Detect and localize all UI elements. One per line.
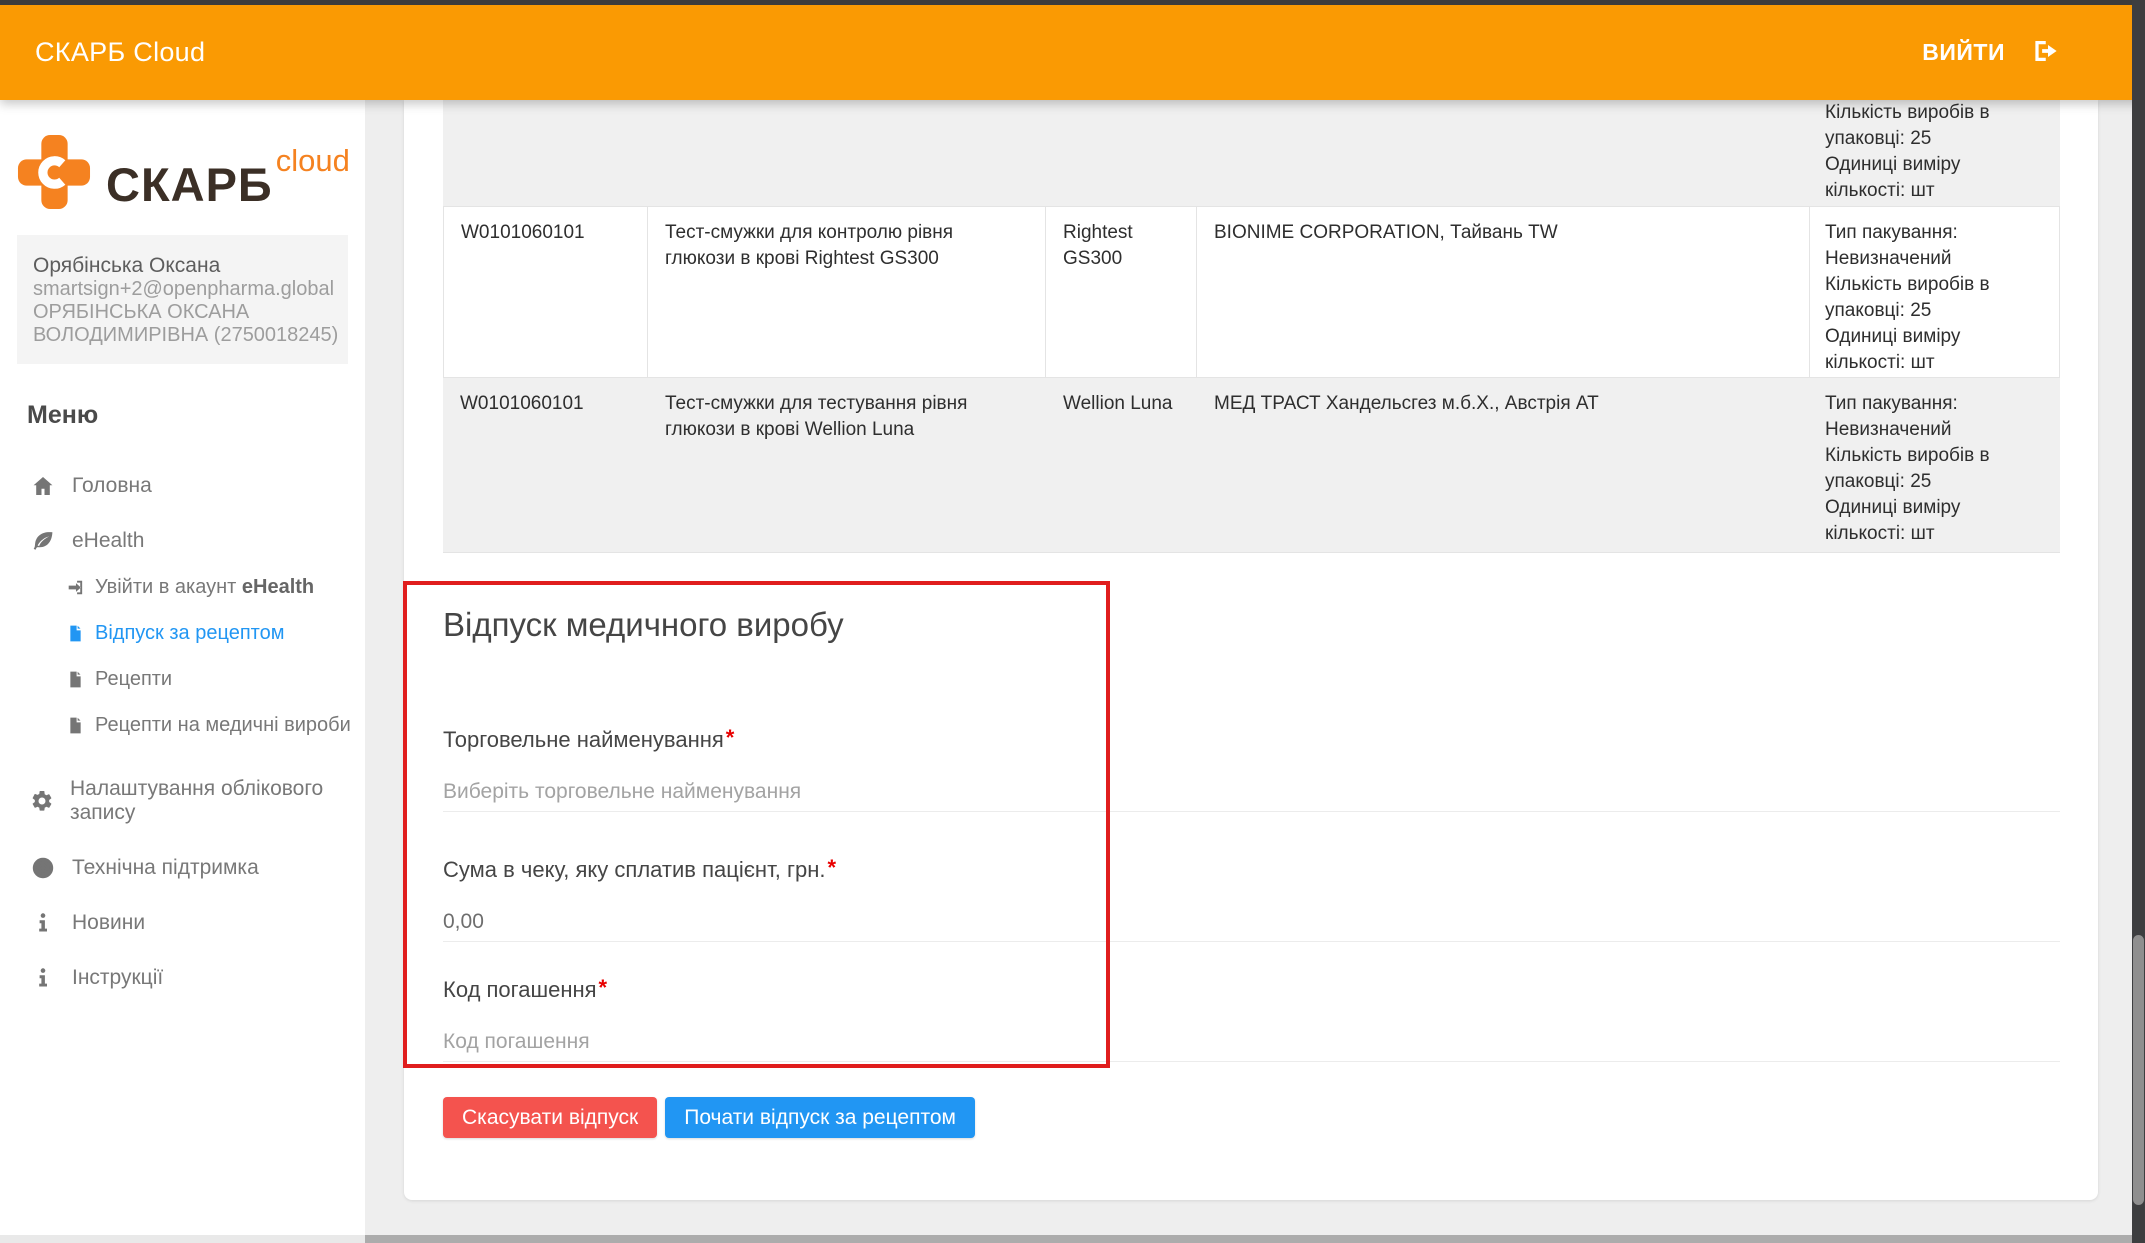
table-row[interactable]: Тип пакування: НевизначенийКількість вир… (443, 100, 2060, 207)
user-legal-name-line2: ВОЛОДИМИРІВНА (2750018245) (33, 324, 348, 347)
file-icon (65, 713, 86, 737)
packaging-lines: Тип пакування: НевизначенийКількість вир… (1825, 391, 2045, 547)
menu-title: Меню (27, 401, 98, 430)
sidebar-item-ehealth[interactable]: eHealth (30, 529, 365, 553)
cell-code: W0101060101 (443, 207, 648, 377)
file-icon (65, 667, 86, 691)
sidebar-item-label: Новини (72, 911, 145, 935)
horizontal-scrollbar[interactable] (0, 1235, 2145, 1243)
products-table: Тип пакування: НевизначенийКількість вир… (443, 100, 2060, 553)
gear-icon (30, 789, 54, 813)
sidebar-item-news[interactable]: Новини (30, 911, 365, 935)
sidebar-item-dispense-by-prescription[interactable]: Відпуск за рецептом (65, 621, 365, 645)
sidebar-item-label: Увійти в акаунт eHealth (95, 576, 314, 599)
sidebar-item-instructions[interactable]: Інструкції (30, 966, 365, 990)
sidebar-item-label: Рецепти (95, 668, 172, 691)
skarb-cross-icon (17, 133, 91, 211)
app-title: СКАРБ Cloud (35, 37, 205, 68)
amount-paid-input[interactable] (443, 902, 2060, 942)
cell-brand (1046, 100, 1197, 206)
cell-manufacturer: МЕД ТРАСТ Хандельсгез м.б.Х., Австрія AT (1197, 378, 1810, 552)
logo-cloud-suffix: cloud (276, 143, 350, 212)
browser-top-strip (0, 0, 2145, 5)
sidebar-menu: Головна eHealth Увійти в акаунт eHealth Від… (0, 460, 365, 990)
user-info-box: Орябінська Оксана smartsign+2@openpharma… (17, 235, 348, 364)
required-asterisk: * (726, 725, 735, 750)
app-screen: СКАРБ Cloud ВИЙТИ СКАРБ cloud Орябінська… (0, 0, 2145, 1243)
cell-manufacturer (1197, 100, 1810, 206)
sidebar-item-label: Інструкції (72, 966, 163, 990)
skarb-logo: СКАРБ cloud (17, 133, 350, 212)
signin-icon (65, 575, 86, 599)
home-icon (30, 474, 56, 498)
horizontal-scrollbar-thumb[interactable] (365, 1235, 2132, 1243)
info-icon (30, 911, 56, 935)
packaging-lines: Тип пакування: НевизначенийКількість вир… (1825, 100, 2045, 204)
sidebar-item-label: Налаштування облікового запису (70, 777, 365, 825)
sidebar-item-label: Рецепти на медичні вироби (95, 714, 351, 737)
table-row[interactable]: W0101060101Тест-смужки для тестування рі… (443, 378, 2060, 553)
form-group-trade-name: Торговельне найменування* (443, 725, 2060, 812)
form-group-redemption-code: Код погашення* (443, 975, 2060, 1062)
cell-brand: Rightest GS300 (1046, 207, 1197, 377)
trade-name-label: Торговельне найменування* (443, 725, 2060, 753)
cell-manufacturer: BIONIME CORPORATION, Тайвань TW (1197, 207, 1810, 377)
sidebar-item-label: eHealth (72, 529, 144, 553)
amount-paid-label: Сума в чеку, яку сплатив пацієнт, грн.* (443, 855, 2060, 883)
sidebar-item-prescriptions[interactable]: Рецепти (65, 667, 365, 691)
logout-label: ВИЙТИ (1922, 39, 2005, 66)
sidebar-item-label: Головна (72, 474, 152, 498)
vertical-scrollbar-thumb[interactable] (2133, 935, 2144, 1205)
user-legal-name-line1: ОРЯБІНСЬКА ОКСАНА (33, 301, 348, 324)
cell-name: Тест-смужки для контролю рівня глюкози в… (648, 207, 1046, 377)
table-row[interactable]: W0101060101Тест-смужки для контролю рівн… (443, 207, 2060, 378)
logo-brand: СКАРБ (106, 157, 273, 212)
sidebar-item-device-prescriptions[interactable]: Рецепти на медичні вироби (65, 713, 365, 737)
sidebar-item-home[interactable]: Головна (30, 474, 365, 498)
cell-packaging: Тип пакування: НевизначенийКількість вир… (1810, 100, 2060, 206)
logout-icon (2031, 36, 2061, 69)
sidebar-item-support[interactable]: Технічна підтримка (30, 856, 365, 880)
sidebar: СКАРБ cloud Орябінська Оксана smartsign+… (0, 100, 365, 1243)
cell-packaging: Тип пакування: НевизначенийКількість вир… (1810, 207, 2060, 377)
required-asterisk: * (599, 975, 608, 1000)
cell-name: Тест-смужки для тестування рівня глюкози… (648, 378, 1046, 552)
logout-button[interactable]: ВИЙТИ (1916, 5, 2067, 100)
sidebar-item-label: Технічна підтримка (72, 856, 259, 880)
sidebar-item-label: Відпуск за рецептом (95, 622, 284, 645)
redemption-code-label: Код погашення* (443, 975, 2060, 1003)
redemption-code-input[interactable] (443, 1022, 2060, 1062)
packaging-lines: Тип пакування: НевизначенийКількість вир… (1825, 220, 2044, 376)
user-display-name: Орябінська Оксана (33, 253, 348, 278)
cell-packaging: Тип пакування: НевизначенийКількість вир… (1810, 378, 2060, 552)
trade-name-input[interactable] (443, 772, 2060, 812)
form-group-amount-paid: Сума в чеку, яку сплатив пацієнт, грн.* (443, 855, 2060, 942)
cancel-dispense-button[interactable]: Скасувати відпуск (443, 1097, 657, 1138)
dispense-form-buttons: Скасувати відпускПочати відпуск за рецеп… (443, 1097, 975, 1138)
user-email: smartsign+2@openpharma.global (33, 278, 348, 301)
cell-code (443, 100, 648, 206)
info-icon (30, 966, 56, 990)
content-card: Тип пакування: НевизначенийКількість вир… (404, 100, 2098, 1200)
lifering-icon (30, 856, 56, 880)
leaf-icon (30, 529, 56, 553)
vertical-scrollbar[interactable] (2132, 0, 2145, 1243)
cell-brand: Wellion Luna (1046, 378, 1197, 552)
file-icon (65, 621, 86, 645)
dispense-form-title: Відпуск медичного виробу (443, 606, 844, 644)
app-header: СКАРБ Cloud ВИЙТИ (0, 5, 2145, 100)
start-dispense-button[interactable]: Почати відпуск за рецептом (665, 1097, 975, 1138)
required-asterisk: * (827, 855, 836, 880)
cell-name (648, 100, 1046, 206)
sidebar-item-ehealth-login[interactable]: Увійти в акаунт eHealth (65, 575, 365, 599)
cell-code: W0101060101 (443, 378, 648, 552)
sidebar-item-account-settings[interactable]: Налаштування облікового запису (30, 777, 365, 825)
